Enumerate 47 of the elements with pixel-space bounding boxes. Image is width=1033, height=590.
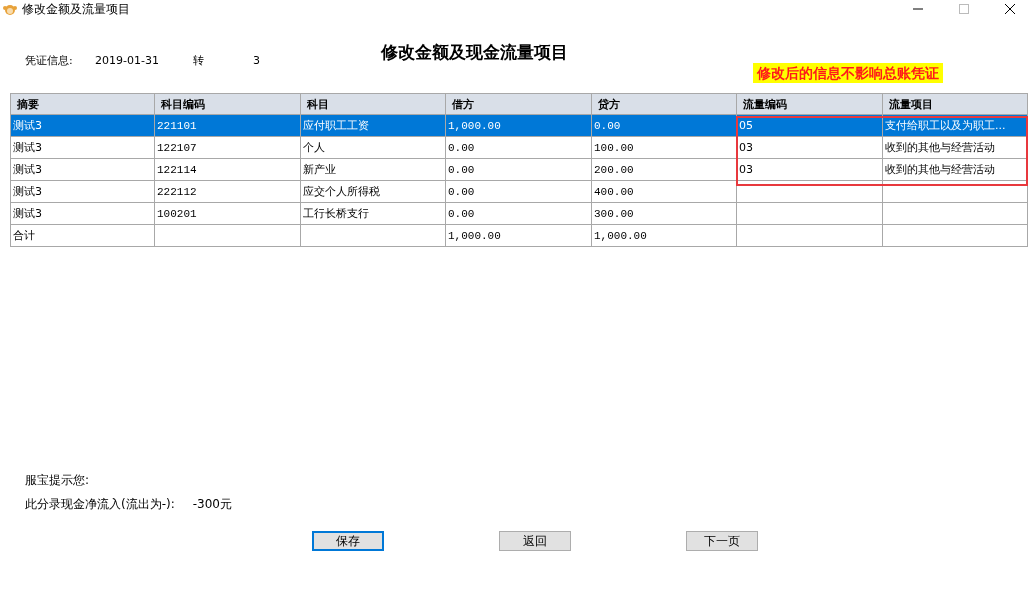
annotation-note: 修改后的信息不影响总账凭证	[753, 63, 943, 83]
column-header: 流量编码	[736, 93, 883, 115]
next-page-button[interactable]: 下一页	[686, 531, 758, 551]
table-cell: 300.00	[591, 202, 737, 225]
voucher-date: 2019-01-31	[95, 53, 160, 67]
table-cell: 新产业	[300, 158, 446, 181]
column-header: 摘要	[10, 93, 155, 115]
table-cell[interactable]: 测试3	[10, 136, 155, 159]
table-cell: 1,000.00	[445, 114, 592, 137]
table-cell: 0.00	[445, 180, 592, 203]
table-cell: 122107	[154, 136, 301, 159]
table-cell: 应交个人所得税	[300, 180, 446, 203]
table-cell: 03	[736, 136, 883, 159]
table-cell: 122114	[154, 158, 301, 181]
page-heading: 修改金额及现金流量项目	[381, 41, 568, 64]
cash-flow-value: -300元	[192, 496, 232, 513]
table-cell[interactable]: 测试3	[10, 202, 155, 225]
table-cell: 0.00	[591, 114, 737, 137]
table-cell: 0.00	[445, 136, 592, 159]
table-cell: 03	[736, 158, 883, 181]
table-cell[interactable]: 合计	[10, 224, 155, 247]
table-cell[interactable]: 测试3	[10, 114, 155, 137]
table-cell: 个人	[300, 136, 446, 159]
table-cell: 100201	[154, 202, 301, 225]
back-button[interactable]: 返回	[499, 531, 571, 551]
table-cell: 0.00	[445, 202, 592, 225]
column-header: 流量项目	[882, 93, 1028, 115]
column-header: 科目编码	[154, 93, 301, 115]
voucher-number: 3	[253, 53, 261, 67]
window-title: 修改金额及流量项目	[22, 0, 130, 18]
column-header: 科目	[300, 93, 446, 115]
table-cell: 221101	[154, 114, 301, 137]
table-cell[interactable]: 测试3	[10, 158, 155, 181]
voucher-label: 凭证信息:	[25, 52, 74, 68]
table-cell: 1,000.00	[445, 224, 592, 247]
cash-flow-label: 此分录现金净流入(流出为-):	[25, 496, 175, 513]
table-cell[interactable]: 测试3	[10, 180, 155, 203]
column-header: 借方	[445, 93, 592, 115]
voucher-type: 转	[193, 52, 205, 68]
table-cell: 应付职工工资	[300, 114, 446, 137]
column-header: 贷方	[591, 93, 737, 115]
table-cell: 222112	[154, 180, 301, 203]
tip-title: 服宝提示您:	[25, 472, 91, 489]
table-cell: 0.00	[445, 158, 592, 181]
table-cell: 1,000.00	[591, 224, 737, 247]
save-button[interactable]: 保存	[312, 531, 384, 551]
table-cell: 工行长桥支行	[300, 202, 446, 225]
